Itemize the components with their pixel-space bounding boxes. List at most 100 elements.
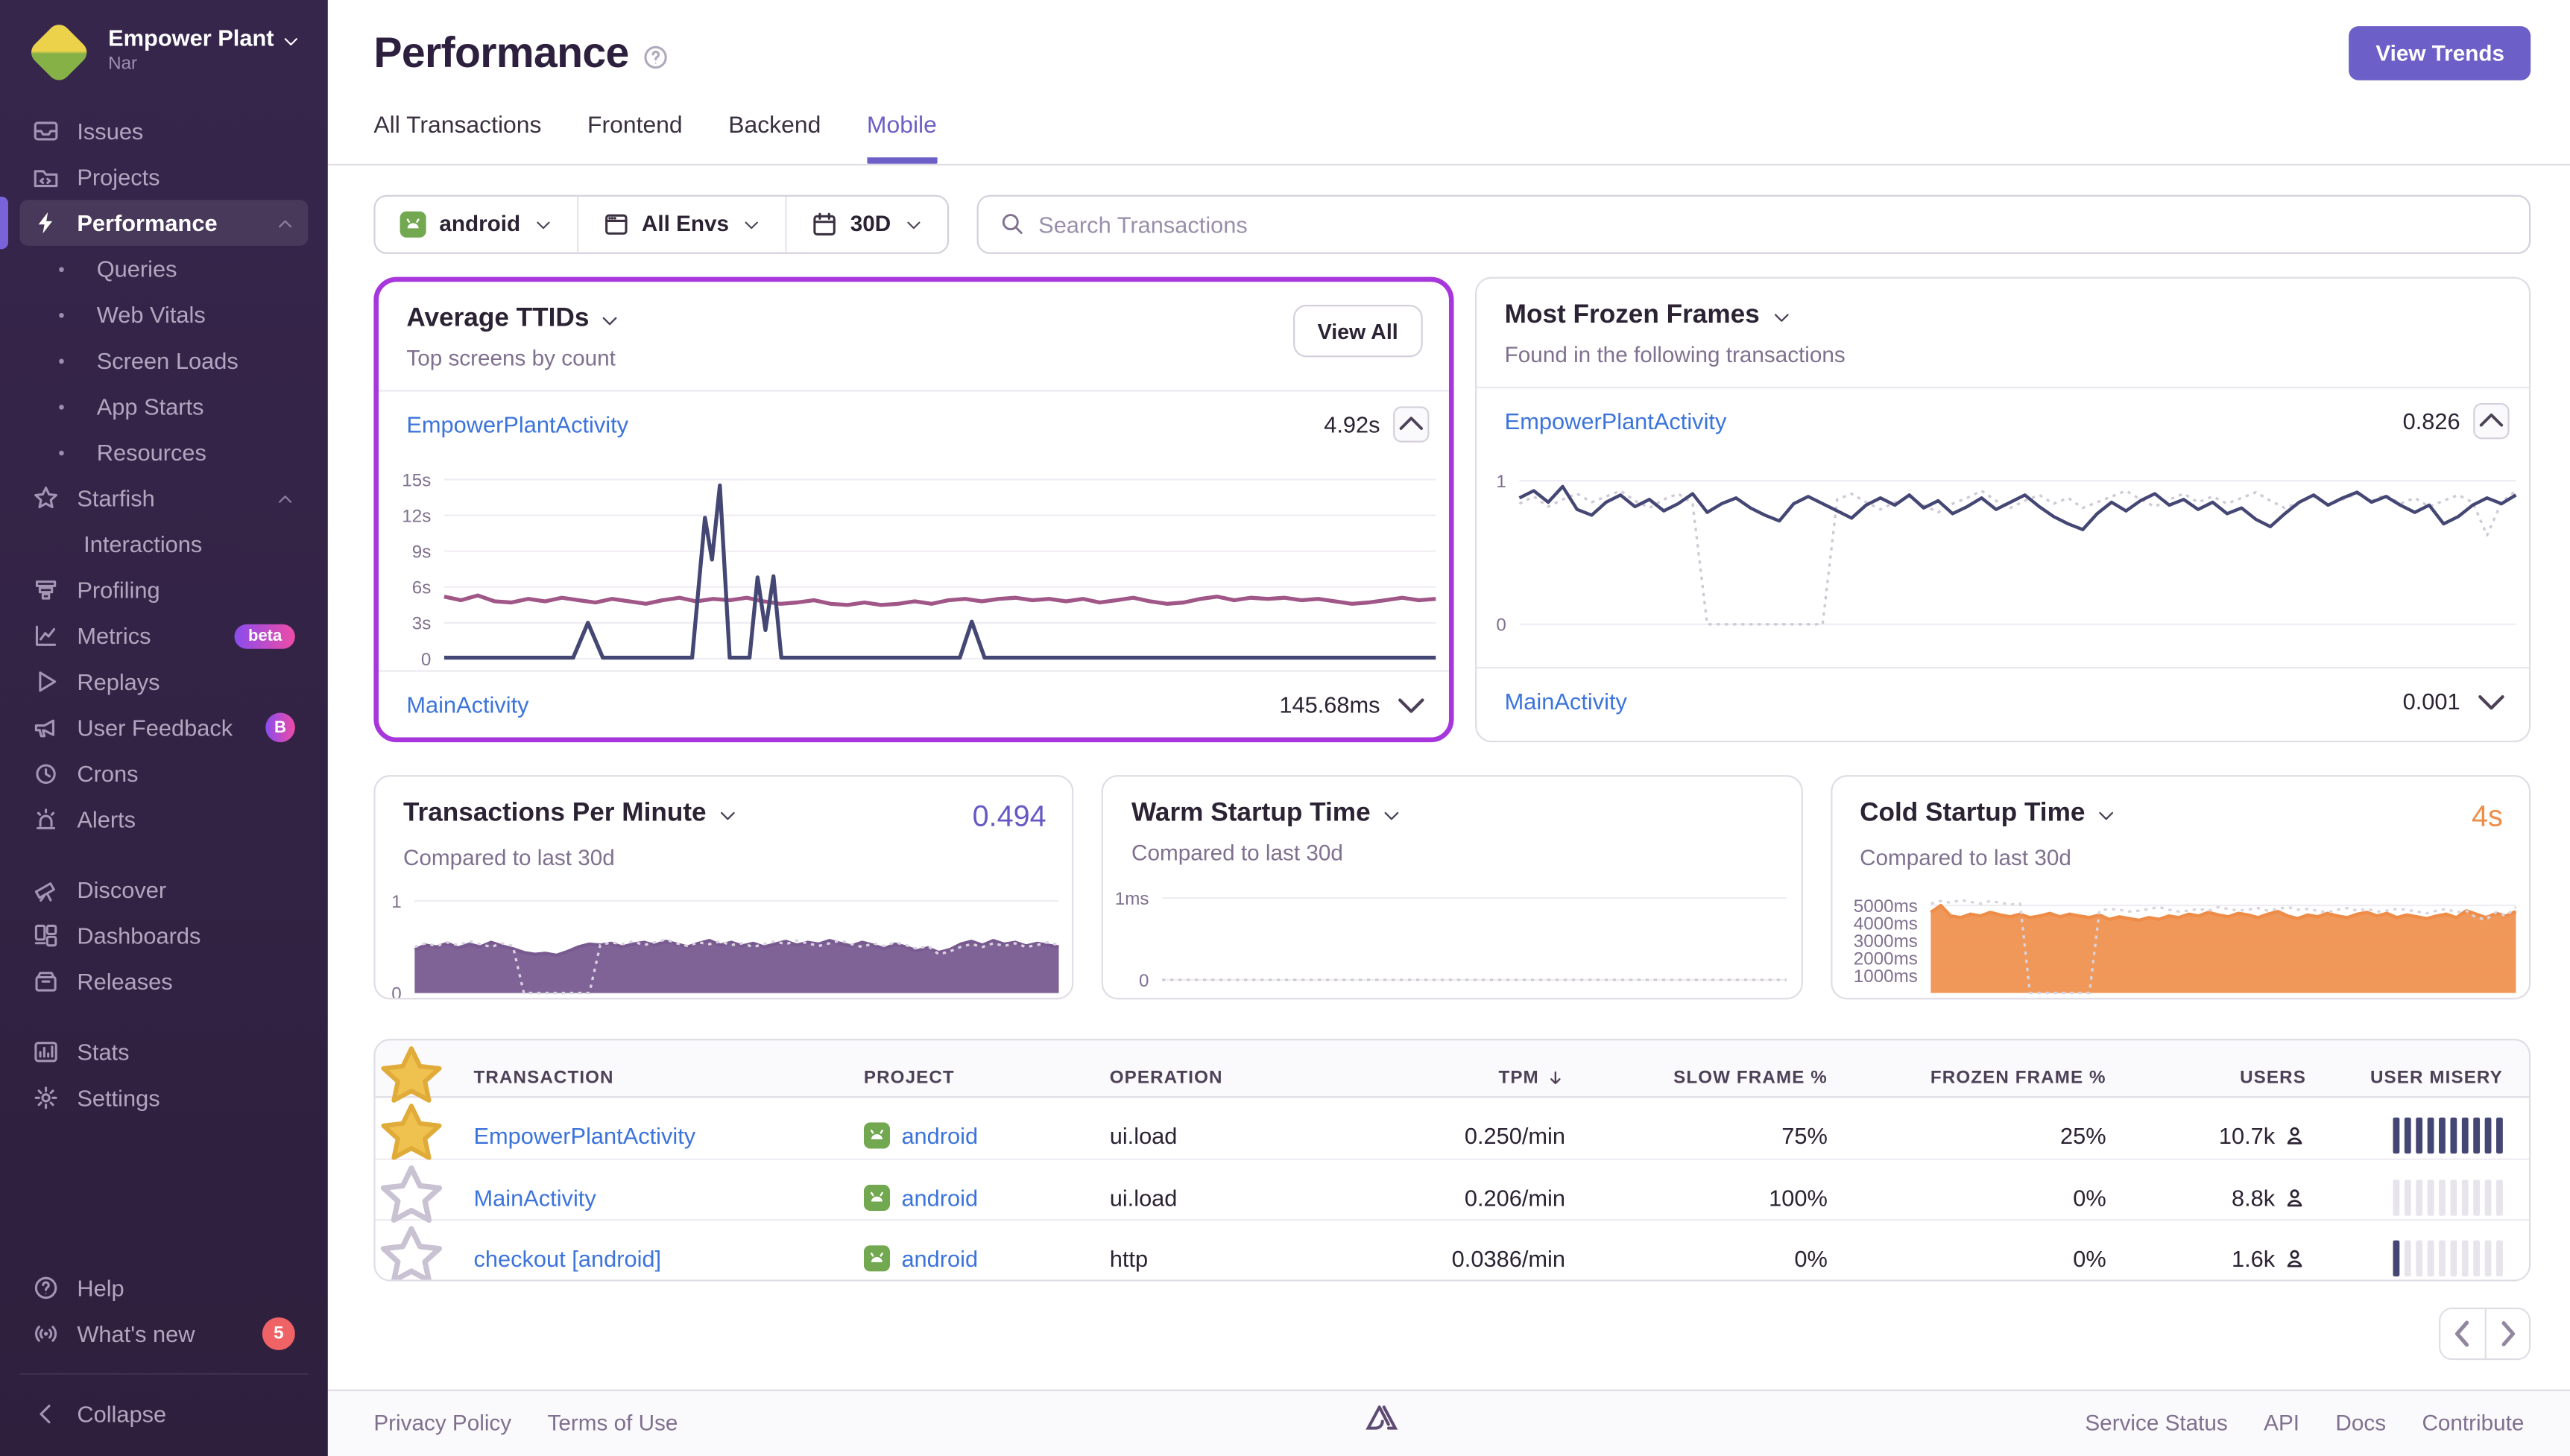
average-ttids-title[interactable]: Average TTIDs bbox=[406, 305, 620, 335]
svg-text:0: 0 bbox=[421, 650, 431, 670]
operation-cell: ui.load bbox=[1084, 1186, 1363, 1212]
tpm-title[interactable]: Transactions Per Minute bbox=[403, 800, 737, 829]
sidebar-item-web-vitals[interactable]: Web Vitals bbox=[19, 291, 308, 338]
sidebar-item-releases[interactable]: Releases bbox=[19, 958, 308, 1004]
warm-startup-title[interactable]: Warm Startup Time bbox=[1131, 800, 1401, 829]
tab-frontend[interactable]: Frontend bbox=[587, 113, 683, 164]
org-switcher[interactable]: Empower Plant Nar bbox=[0, 0, 328, 92]
search-input[interactable] bbox=[1038, 211, 2507, 237]
project-link[interactable]: android bbox=[901, 1186, 978, 1212]
performance-tabs: All Transactions Frontend Backend Mobile bbox=[373, 113, 2530, 164]
expand-row-button[interactable] bbox=[1393, 686, 1429, 722]
view-trends-button[interactable]: View Trends bbox=[2349, 26, 2530, 80]
slow-frame-cell: 100% bbox=[1591, 1186, 1854, 1212]
transaction-link[interactable]: MainActivity bbox=[1505, 688, 1627, 714]
transaction-link[interactable]: EmpowerPlantActivity bbox=[474, 1123, 696, 1149]
svg-text:1: 1 bbox=[391, 892, 401, 912]
stats-icon bbox=[33, 1039, 59, 1065]
sidebar-item-issues[interactable]: Issues bbox=[19, 108, 308, 154]
project-filter[interactable]: android bbox=[376, 197, 576, 253]
svg-text:1000ms: 1000ms bbox=[1853, 966, 1917, 987]
expand-row-button[interactable] bbox=[2473, 683, 2509, 719]
footer-link-api[interactable]: API bbox=[2264, 1411, 2299, 1436]
sidebar-item-replays[interactable]: Replays bbox=[19, 659, 308, 705]
footer-link-privacy-policy[interactable]: Privacy Policy bbox=[373, 1411, 511, 1436]
android-project-icon bbox=[400, 211, 426, 237]
sidebar-item-user-feedback[interactable]: User FeedbackB bbox=[19, 705, 308, 751]
performance-icon bbox=[33, 209, 59, 235]
slow-frame-cell: 75% bbox=[1591, 1123, 1854, 1149]
sidebar-item-settings[interactable]: Settings bbox=[19, 1075, 308, 1121]
column-header-transaction[interactable]: TRANSACTION bbox=[447, 1069, 837, 1089]
project-link[interactable]: android bbox=[901, 1123, 978, 1149]
sidebar-item-performance[interactable]: Performance bbox=[19, 200, 308, 246]
collapse-row-button[interactable] bbox=[2473, 403, 2509, 439]
sidebar-item-discover[interactable]: Discover bbox=[19, 867, 308, 913]
sidebar-item-metrics[interactable]: Metricsbeta bbox=[19, 613, 308, 659]
sidebar-item-stats[interactable]: Stats bbox=[19, 1029, 308, 1075]
svg-text:4000ms: 4000ms bbox=[1853, 914, 1917, 934]
tab-backend[interactable]: Backend bbox=[728, 113, 821, 164]
sidebar-item-app-starts[interactable]: App Starts bbox=[19, 384, 308, 430]
footer-link-terms-of-use[interactable]: Terms of Use bbox=[548, 1411, 678, 1436]
column-header-project[interactable]: PROJECT bbox=[838, 1069, 1084, 1089]
org-logo bbox=[27, 20, 92, 85]
cold-startup-title[interactable]: Cold Startup Time bbox=[1860, 800, 2116, 829]
transaction-link[interactable]: EmpowerPlantActivity bbox=[1505, 408, 1727, 434]
star-outline-icon[interactable] bbox=[376, 1221, 448, 1281]
project-link[interactable]: android bbox=[901, 1246, 978, 1272]
pagination bbox=[2439, 1308, 2530, 1360]
sidebar-item-profiling[interactable]: Profiling bbox=[19, 567, 308, 613]
column-header-frozen-frame[interactable]: FROZEN FRAME % bbox=[1854, 1069, 2132, 1089]
help-question-icon[interactable] bbox=[642, 43, 668, 69]
collapse-row-button[interactable] bbox=[1393, 406, 1429, 442]
tpm-cell: 0.206/min bbox=[1362, 1186, 1591, 1212]
sidebar-item-alerts[interactable]: Alerts bbox=[19, 797, 308, 843]
column-header-users[interactable]: USERS bbox=[2132, 1069, 2332, 1089]
chevron-left-icon bbox=[33, 1401, 59, 1427]
sidebar-collapse-button[interactable]: Collapse bbox=[19, 1391, 308, 1437]
column-header-operation[interactable]: OPERATION bbox=[1084, 1069, 1363, 1089]
svg-text:0: 0 bbox=[391, 984, 401, 998]
tpm-subtitle: Compared to last 30d bbox=[376, 845, 1073, 870]
most-frozen-frames-title[interactable]: Most Frozen Frames bbox=[1505, 301, 1846, 331]
sidebar-item-starfish[interactable]: Starfish bbox=[19, 475, 308, 522]
transaction-link[interactable]: MainActivity bbox=[406, 691, 528, 718]
svg-text:2000ms: 2000ms bbox=[1853, 949, 1917, 969]
sidebar-item-label: Releases bbox=[77, 969, 172, 995]
android-project-icon bbox=[864, 1246, 890, 1272]
transaction-link[interactable]: checkout [android] bbox=[474, 1246, 662, 1272]
tpm-cell: 0.0386/min bbox=[1362, 1246, 1591, 1272]
environment-filter[interactable]: All Envs bbox=[576, 197, 785, 253]
users-cell: 10.7k bbox=[2132, 1123, 2332, 1149]
sidebar-item-help[interactable]: Help bbox=[19, 1265, 308, 1311]
previous-page-button[interactable] bbox=[2440, 1309, 2484, 1358]
sidebar-item-dashboards[interactable]: Dashboards bbox=[19, 913, 308, 959]
date-range-filter[interactable]: 30D bbox=[785, 197, 947, 253]
sidebar-item-what-s-new[interactable]: What's new5 bbox=[19, 1311, 308, 1357]
sidebar-item-crons[interactable]: Crons bbox=[19, 750, 308, 797]
footer-link-service-status[interactable]: Service Status bbox=[2085, 1411, 2227, 1436]
next-page-button[interactable] bbox=[2485, 1309, 2529, 1358]
bullet-dot bbox=[59, 266, 64, 271]
column-header-slow-frame[interactable]: SLOW FRAME % bbox=[1591, 1069, 1854, 1089]
view-all-button[interactable]: View All bbox=[1293, 305, 1423, 357]
sidebar-item-label: Discover bbox=[77, 876, 166, 902]
sidebar-item-label: Issues bbox=[77, 118, 143, 144]
column-header-user-misery[interactable]: USER MISERY bbox=[2332, 1069, 2529, 1089]
sidebar-item-interactions[interactable]: Interactions bbox=[19, 521, 308, 567]
sidebar-item-resources[interactable]: Resources bbox=[19, 429, 308, 475]
starfish-icon bbox=[33, 485, 59, 511]
transaction-link[interactable]: MainActivity bbox=[474, 1186, 596, 1212]
transaction-link[interactable]: EmpowerPlantActivity bbox=[406, 411, 628, 437]
sidebar-item-projects[interactable]: Projects bbox=[19, 154, 308, 200]
person-icon bbox=[2283, 1187, 2306, 1210]
tab-mobile[interactable]: Mobile bbox=[867, 113, 937, 164]
sidebar-item-screen-loads[interactable]: Screen Loads bbox=[19, 338, 308, 384]
table-header-row: TRANSACTIONPROJECTOPERATIONTPMSLOW FRAME… bbox=[376, 1040, 2529, 1098]
footer-link-docs[interactable]: Docs bbox=[2335, 1411, 2386, 1436]
tab-all-transactions[interactable]: All Transactions bbox=[373, 113, 541, 164]
column-header-tpm[interactable]: TPM bbox=[1362, 1069, 1591, 1089]
sidebar-item-queries[interactable]: Queries bbox=[19, 246, 308, 292]
footer-link-contribute[interactable]: Contribute bbox=[2422, 1411, 2524, 1436]
